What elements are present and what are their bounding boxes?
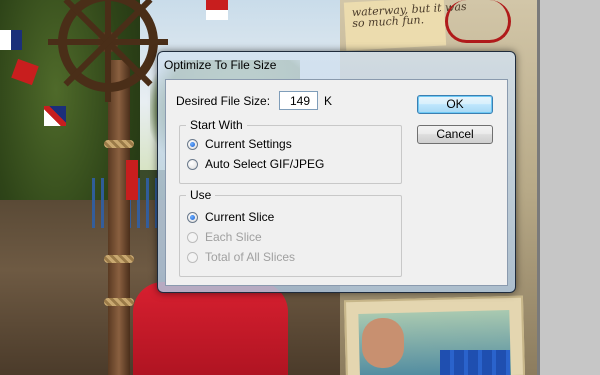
nautical-flag <box>44 106 66 126</box>
workspace-grey-area <box>540 0 600 375</box>
each-slice-radio[interactable] <box>187 232 198 243</box>
rope-wrap <box>104 298 134 306</box>
boat-seats <box>440 350 510 375</box>
red-wire-decoration <box>445 0 511 43</box>
start-with-group: Start With Current Settings Auto Select … <box>179 118 402 184</box>
auto-select-gif-jpeg-label[interactable]: Auto Select GIF/JPEG <box>205 157 324 171</box>
child-in-boat <box>362 318 404 368</box>
auto-select-gif-jpeg-radio[interactable] <box>187 159 198 170</box>
current-settings-radio[interactable] <box>187 139 198 150</box>
current-settings-label[interactable]: Current Settings <box>205 137 292 151</box>
child-red-shirt <box>133 282 288 375</box>
file-size-unit: K <box>324 94 333 108</box>
dialog-title: Optimize To File Size <box>164 58 277 72</box>
each-slice-label[interactable]: Each Slice <box>205 230 262 244</box>
rope-wrap <box>104 255 134 263</box>
start-with-title: Start With <box>186 118 247 132</box>
desired-file-size-label: Desired File Size: <box>176 94 271 108</box>
current-slice-radio[interactable] <box>187 212 198 223</box>
cancel-button[interactable]: Cancel <box>417 125 493 144</box>
ok-button[interactable]: OK <box>417 95 493 114</box>
use-title: Use <box>186 188 216 202</box>
nautical-flag <box>126 160 138 200</box>
use-group: Use Current Slice Each Slice Total of Al… <box>179 188 402 277</box>
optimize-dialog: Optimize To File Size Desired File Size:… <box>157 51 516 293</box>
desired-file-size-input[interactable]: 149 <box>279 91 318 110</box>
dialog-client-area: Desired File Size: 149 K Start With Curr… <box>165 79 508 286</box>
ship-mast <box>108 60 130 375</box>
nautical-flag <box>206 0 228 20</box>
ships-wheel <box>48 0 168 102</box>
current-slice-label[interactable]: Current Slice <box>205 210 274 224</box>
nautical-flag <box>0 30 22 50</box>
total-of-all-slices-label[interactable]: Total of All Slices <box>205 250 295 264</box>
total-of-all-slices-radio[interactable] <box>187 252 198 263</box>
rope-wrap <box>104 140 134 148</box>
